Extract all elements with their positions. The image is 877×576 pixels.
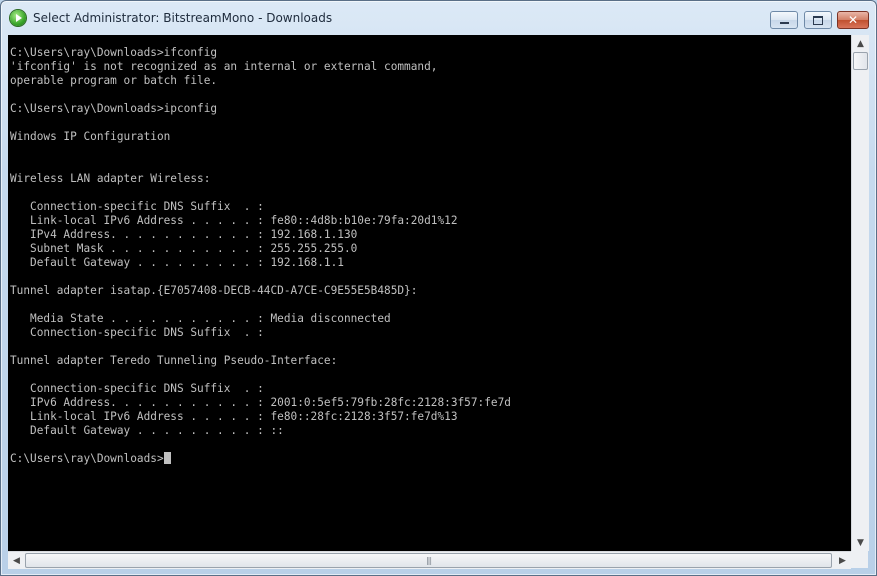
console-line: Subnet Mask . . . . . . . . . . . : 255.… bbox=[10, 242, 358, 255]
console-line: IPv4 Address. . . . . . . . . . . : 192.… bbox=[10, 228, 358, 241]
console-line: Wireless LAN adapter Wireless: bbox=[10, 172, 211, 185]
console-line: Tunnel adapter isatap.{E7057408-DECB-44C… bbox=[10, 284, 418, 297]
console-line: Media State . . . . . . . . . . . : Medi… bbox=[10, 312, 391, 325]
arrow-up-icon: ▲ bbox=[857, 38, 864, 49]
console-line: Connection-specific DNS Suffix . : bbox=[10, 200, 264, 213]
text-cursor bbox=[163, 452, 171, 464]
maximize-icon bbox=[813, 15, 823, 25]
grip-icon: ||| bbox=[425, 556, 432, 565]
console-line: 'ifconfig' is not recognized as an inter… bbox=[10, 60, 438, 73]
console-line: C:\Users\ray\Downloads>ipconfig bbox=[10, 102, 218, 115]
console-line: operable program or batch file. bbox=[10, 74, 218, 87]
close-icon: ✕ bbox=[847, 13, 859, 27]
console-line: Connection-specific DNS Suffix . : bbox=[10, 382, 264, 395]
console-window: Select Administrator: BitstreamMono - Do… bbox=[0, 0, 877, 576]
console-prompt: C:\Users\ray\Downloads> bbox=[10, 452, 164, 465]
minimize-button[interactable] bbox=[770, 11, 798, 29]
console-line: IPv6 Address. . . . . . . . . . . : 2001… bbox=[10, 396, 511, 409]
console-line: C:\Users\ray\Downloads>ifconfig bbox=[10, 46, 218, 59]
console-line: Default Gateway . . . . . . . . . : :: bbox=[10, 424, 284, 437]
maximize-button[interactable] bbox=[804, 11, 832, 29]
console-line: Link-local IPv6 Address . . . . . : fe80… bbox=[10, 214, 458, 227]
title-bar[interactable]: Select Administrator: BitstreamMono - Do… bbox=[1, 1, 876, 35]
arrow-left-icon: ◀ bbox=[13, 555, 20, 566]
scroll-down-button[interactable]: ▼ bbox=[852, 534, 869, 551]
arrow-right-icon: ▶ bbox=[839, 555, 846, 566]
console-line: Windows IP Configuration bbox=[10, 130, 171, 143]
console-line: Default Gateway . . . . . . . . . : 192.… bbox=[10, 256, 344, 269]
arrow-down-icon: ▼ bbox=[857, 537, 864, 548]
scroll-left-button[interactable]: ◀ bbox=[8, 552, 25, 569]
vertical-scroll-thumb[interactable] bbox=[853, 52, 868, 70]
vertical-scrollbar[interactable]: ▲ ▼ bbox=[851, 35, 869, 551]
close-button[interactable]: ✕ bbox=[837, 11, 869, 29]
console-line: Connection-specific DNS Suffix . : bbox=[10, 326, 264, 339]
horizontal-scrollbar[interactable]: ◀ ||| ▶ bbox=[8, 551, 851, 569]
window-title: Select Administrator: BitstreamMono - Do… bbox=[33, 11, 333, 25]
console-text: C:\Users\ray\Downloads>ifconfig 'ifconfi… bbox=[8, 35, 851, 466]
scroll-up-button[interactable]: ▲ bbox=[852, 35, 869, 52]
console-line: Link-local IPv6 Address . . . . . : fe80… bbox=[10, 410, 458, 423]
scrollbar-corner bbox=[851, 551, 868, 568]
scroll-right-button[interactable]: ▶ bbox=[834, 552, 851, 569]
console-output[interactable]: C:\Users\ray\Downloads>ifconfig 'ifconfi… bbox=[8, 35, 851, 551]
console-line: Tunnel adapter Teredo Tunneling Pseudo-I… bbox=[10, 354, 338, 367]
minimize-icon bbox=[779, 22, 789, 24]
horizontal-scroll-thumb[interactable]: ||| bbox=[25, 553, 832, 568]
cmd-app-icon[interactable] bbox=[10, 10, 26, 26]
